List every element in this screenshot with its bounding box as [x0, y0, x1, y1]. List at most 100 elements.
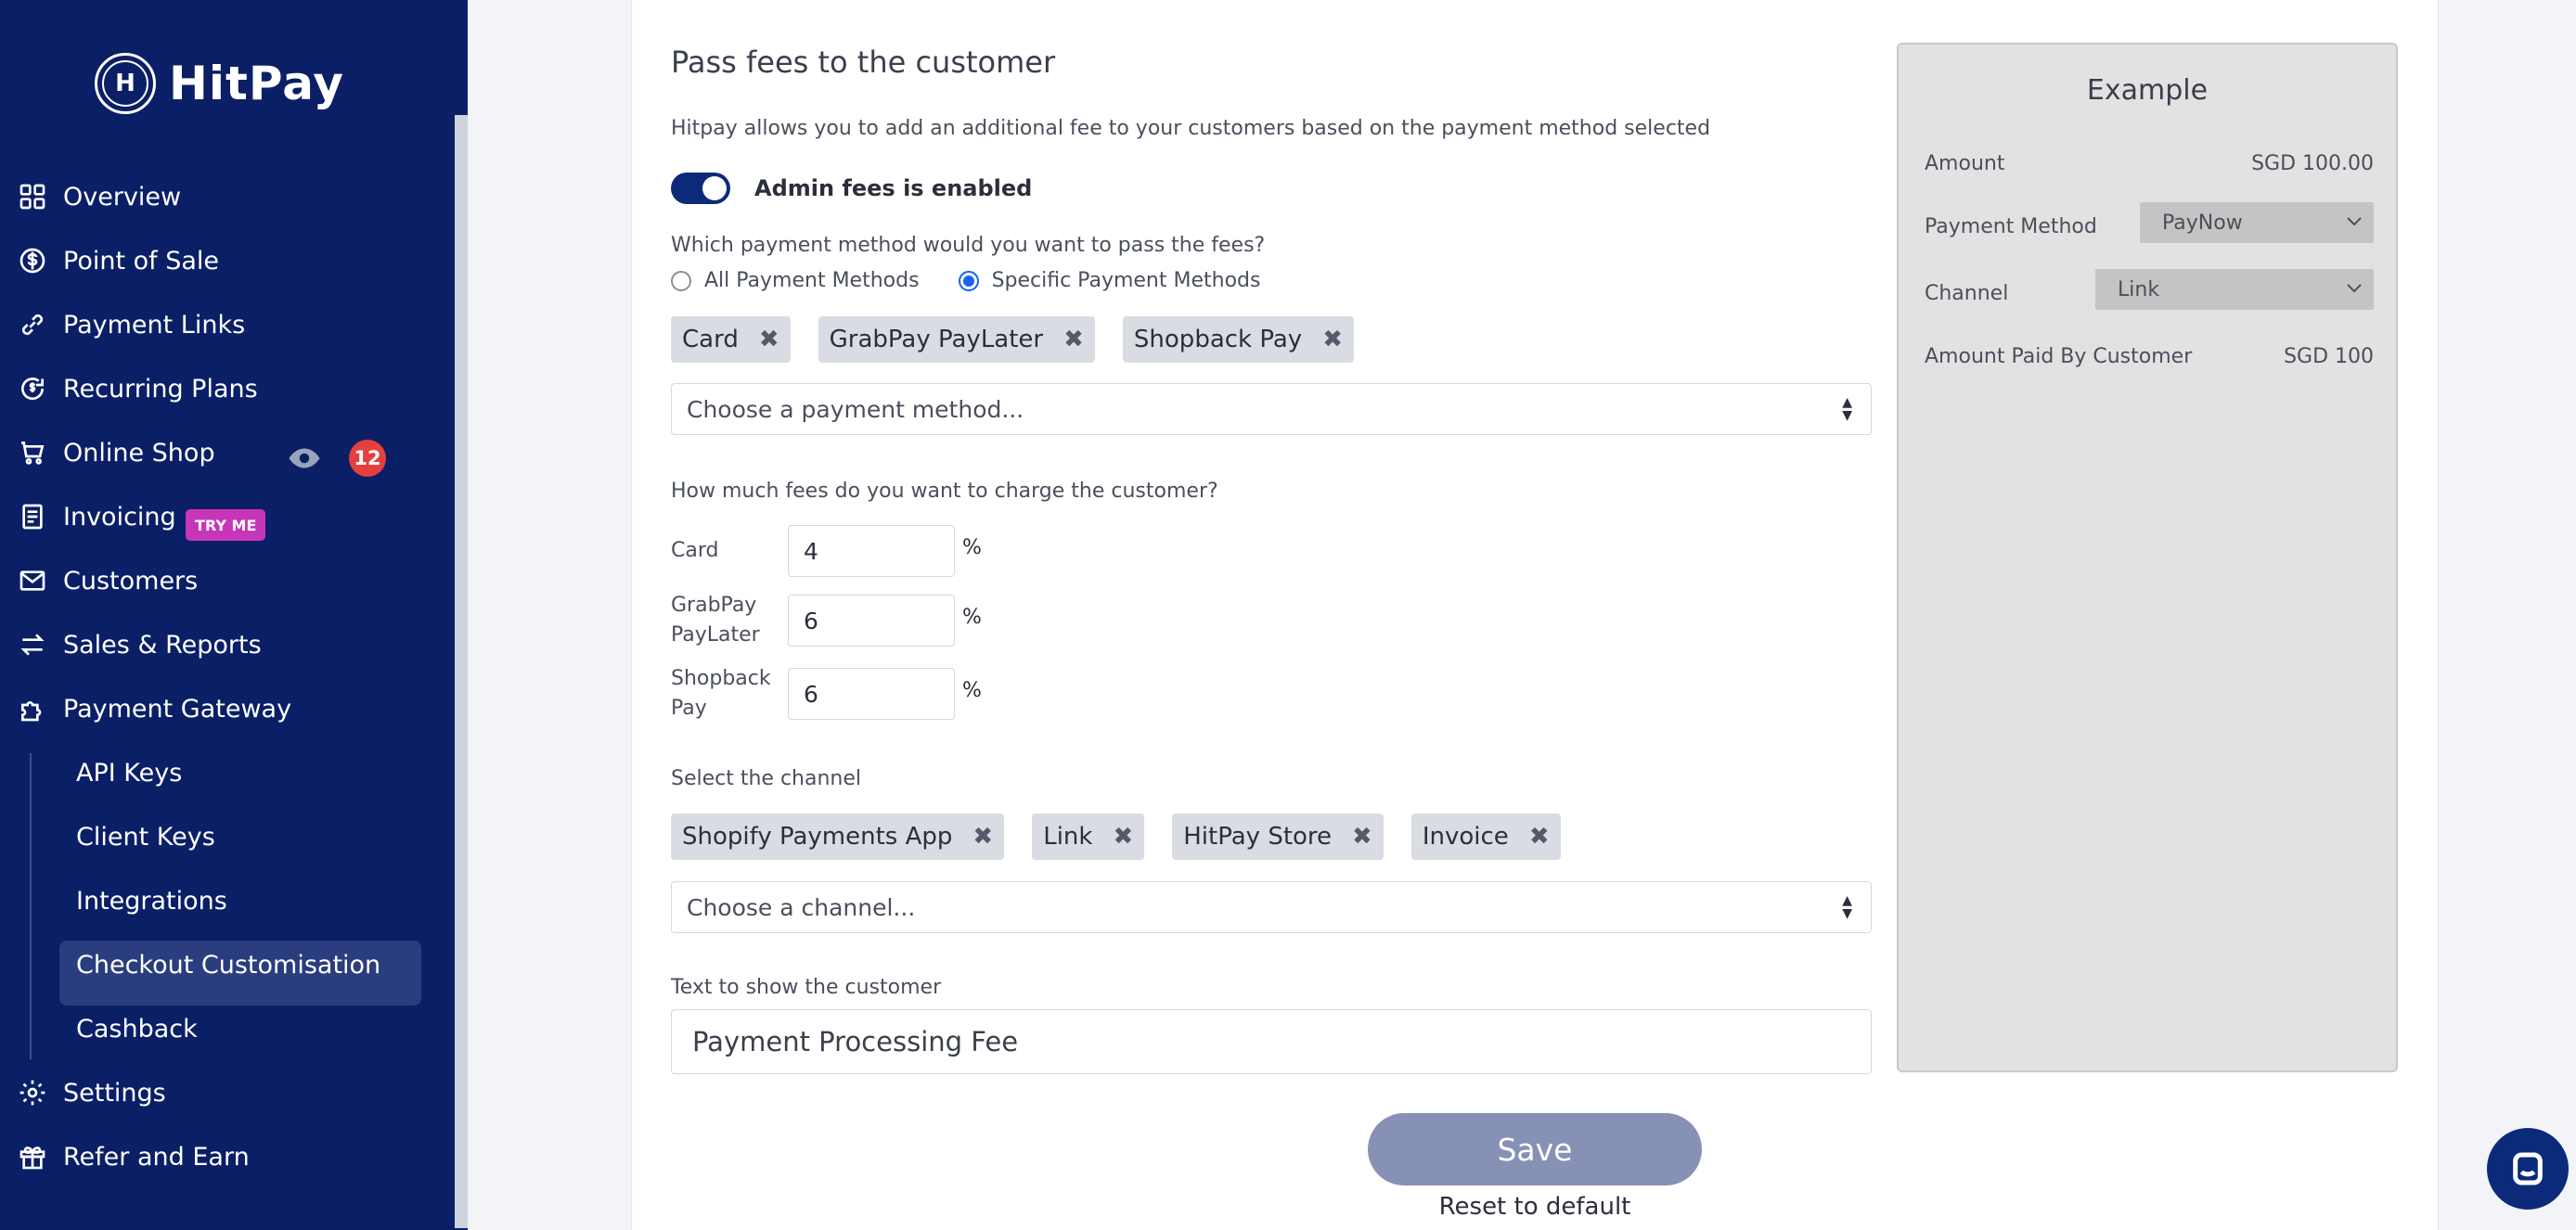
- method-chip: Card ✖: [671, 316, 791, 363]
- example-channel-label: Channel: [1925, 282, 2009, 305]
- chip-label: Card: [682, 326, 739, 353]
- sidebar: H HitPay Overview Point of Sale Payment …: [0, 0, 468, 1230]
- recurring-icon: [17, 373, 48, 404]
- sidebar-item-customers[interactable]: Customers: [0, 553, 445, 609]
- fee-label: GrabPay PayLater: [671, 594, 760, 647]
- example-paid-row: Amount Paid By Customer SGD 100: [1925, 345, 2374, 368]
- try-me-badge: TRY ME: [186, 509, 266, 541]
- radio-all-methods[interactable]: [671, 270, 691, 291]
- sidebar-subitem-label: Cashback: [76, 1014, 198, 1044]
- sidebar-item-settings[interactable]: Settings: [0, 1065, 445, 1121]
- sidebar-item-label: Recurring Plans: [63, 374, 258, 404]
- sidebar-item-label: Sales & Reports: [63, 630, 262, 660]
- sidebar-item-label: Customers: [63, 566, 199, 596]
- save-button[interactable]: Save: [1368, 1113, 1702, 1185]
- example-channel-value: Link: [2118, 277, 2160, 301]
- channel-question: Select the channel: [671, 767, 862, 790]
- example-paid-value: SGD 100: [2284, 345, 2374, 368]
- form-description: Hitpay allows you to add an additional f…: [671, 117, 1711, 140]
- channel-chip: Shopify Payments App ✖: [671, 814, 1005, 860]
- sidebar-item-refer-and-earn[interactable]: Refer and Earn: [0, 1129, 445, 1185]
- chevron-down-icon: [2347, 284, 2362, 293]
- fee-input-card[interactable]: 4: [788, 525, 955, 577]
- sidebar-scrollbar[interactable]: [455, 115, 468, 1228]
- sidebar-item-label: Online Shop: [63, 438, 215, 468]
- remove-chip-icon[interactable]: ✖: [759, 326, 779, 353]
- channel-chip: Invoice ✖: [1410, 814, 1561, 860]
- hitpay-logo[interactable]: H HitPay: [95, 52, 344, 115]
- chat-support-button[interactable]: [2487, 1128, 2569, 1210]
- channel-select[interactable]: Choose a channel... ▲ ▼: [671, 881, 1872, 933]
- page-title: Pass fees to the customer: [671, 45, 1056, 80]
- sidebar-subitem-cashback[interactable]: Cashback: [0, 1001, 445, 1057]
- admin-fees-toggle[interactable]: [671, 173, 730, 204]
- example-title: Example: [2086, 74, 2209, 107]
- remove-chip-icon[interactable]: ✖: [1352, 823, 1372, 851]
- sidebar-item-overview[interactable]: Overview: [0, 169, 445, 224]
- remove-chip-icon[interactable]: ✖: [1322, 326, 1343, 353]
- gift-icon: [17, 1141, 48, 1172]
- sidebar-subitem-client-keys[interactable]: Client Keys: [0, 809, 445, 865]
- remove-chip-icon[interactable]: ✖: [972, 823, 993, 851]
- sidebar-subitem-api-keys[interactable]: API Keys: [0, 745, 445, 801]
- brand-name: HitPay: [169, 57, 344, 110]
- payment-method-radio-group: All Payment Methods Specific Payment Met…: [671, 269, 1260, 292]
- payment-method-select[interactable]: Choose a payment method... ▲ ▼: [671, 383, 1872, 435]
- remove-chip-icon[interactable]: ✖: [1529, 823, 1550, 851]
- sidebar-item-sales-reports[interactable]: Sales & Reports: [0, 617, 445, 673]
- invoice-icon: [17, 501, 48, 532]
- sidebar-subitem-integrations[interactable]: Integrations: [0, 873, 445, 929]
- channel-chip: Link ✖: [1032, 814, 1145, 860]
- fee-input-grabpay-paylater[interactable]: 6: [788, 595, 955, 647]
- fee-input-shopback-pay[interactable]: 6: [788, 668, 955, 720]
- reset-to-default-link[interactable]: Reset to default: [1368, 1193, 1702, 1221]
- sidebar-item-payment-gateway[interactable]: Payment Gateway: [0, 681, 445, 737]
- remove-chip-icon[interactable]: ✖: [1063, 326, 1084, 353]
- logo-mark-icon: H: [95, 53, 156, 114]
- chip-label: GrabPay PayLater: [829, 326, 1044, 353]
- eye-icon[interactable]: [288, 442, 321, 475]
- example-channel-row: Channel Link: [1925, 269, 2374, 310]
- radio-specific-methods-label: Specific Payment Methods: [991, 269, 1261, 292]
- fee-label: Card: [671, 539, 719, 562]
- sidebar-subitem-checkout-customisation[interactable]: Checkout Customisation: [0, 937, 445, 993]
- example-method-value: PayNow: [2162, 211, 2243, 235]
- remove-chip-icon[interactable]: ✖: [1113, 823, 1133, 851]
- sidebar-subitem-label: Integrations: [76, 886, 227, 916]
- sidebar-item-label: Overview: [63, 182, 182, 211]
- customer-text-input[interactable]: Payment Processing Fee: [671, 1009, 1872, 1074]
- fee-unit: %: [962, 536, 982, 559]
- arrows-icon: [17, 629, 48, 660]
- chip-label: Shopback Pay: [1133, 326, 1303, 353]
- mail-icon: [17, 565, 48, 596]
- chip-label: Shopify Payments App: [682, 823, 953, 851]
- select-arrows-icon: ▲ ▼: [1842, 395, 1852, 423]
- cart-icon: [17, 437, 48, 468]
- chevron-down-icon: [2347, 217, 2362, 226]
- online-shop-count-badge: 12: [349, 440, 386, 477]
- example-amount-value: SGD 100.00: [2251, 152, 2374, 175]
- example-amount-row: Amount SGD 100.00: [1925, 152, 2374, 175]
- example-channel-select[interactable]: Link: [2095, 269, 2374, 310]
- puzzle-icon: [17, 693, 48, 724]
- fee-row-grabpay-paylater: GrabPay PayLater 6 %: [671, 594, 1042, 647]
- sidebar-item-label: Payment Links: [63, 310, 246, 340]
- sidebar-subitem-label: API Keys: [76, 758, 183, 788]
- fee-row-card: Card 4 %: [671, 525, 1042, 577]
- sidebar-subitem-label: Client Keys: [76, 822, 215, 852]
- sidebar-item-point-of-sale[interactable]: Point of Sale: [0, 233, 445, 288]
- radio-specific-methods[interactable]: [958, 270, 979, 291]
- fee-unit: %: [962, 606, 982, 629]
- example-method-select[interactable]: PayNow: [2140, 202, 2374, 243]
- dollar-icon: [17, 245, 48, 276]
- grid-icon: [17, 181, 48, 212]
- selected-methods: Card ✖ GrabPay PayLater ✖ Shopback Pay ✖: [671, 316, 1354, 363]
- chip-label: Link: [1043, 823, 1093, 851]
- chat-icon: [2513, 1152, 2543, 1185]
- sidebar-item-payment-links[interactable]: Payment Links: [0, 297, 445, 352]
- sidebar-item-recurring-plans[interactable]: Recurring Plans: [0, 361, 445, 416]
- payment-method-question: Which payment method would you want to p…: [671, 234, 1266, 257]
- sidebar-item-label: Invoicing: [63, 502, 176, 532]
- example-method-label: Payment Method: [1925, 215, 2097, 238]
- sidebar-item-label: Settings: [63, 1078, 166, 1108]
